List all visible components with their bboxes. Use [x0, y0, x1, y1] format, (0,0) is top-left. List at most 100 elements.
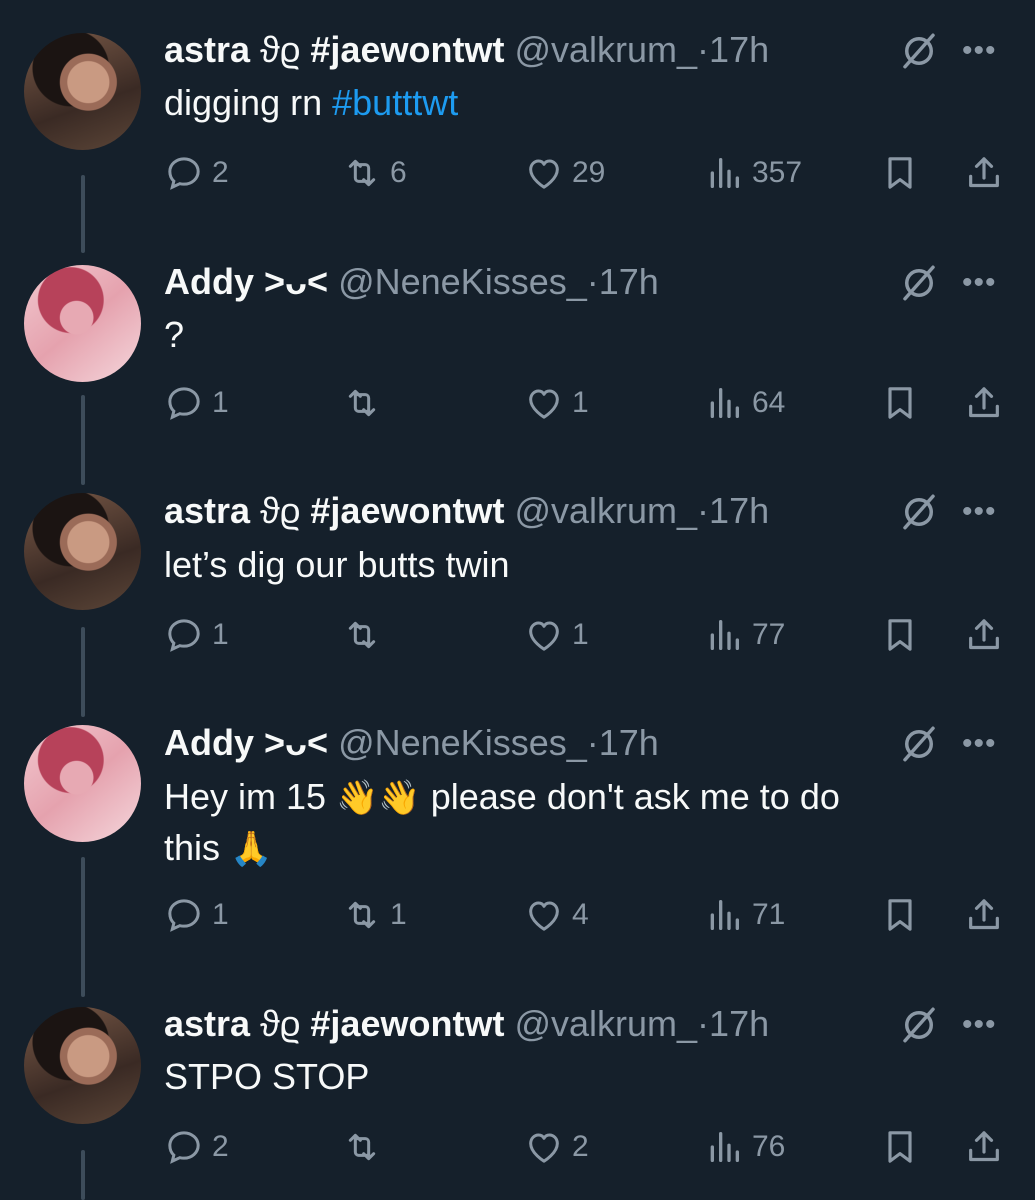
- more-icon[interactable]: •••: [962, 268, 997, 298]
- share-icon: [964, 153, 1004, 193]
- name-symbol: ϑϱ: [260, 490, 301, 531]
- user-handle[interactable]: @NeneKisses_: [338, 722, 587, 763]
- more-icon[interactable]: •••: [962, 1010, 997, 1040]
- display-name[interactable]: astra: [164, 1003, 250, 1044]
- reply-button[interactable]: 1: [164, 378, 229, 428]
- avatar[interactable]: [24, 493, 141, 610]
- user-handle[interactable]: @valkrum_: [514, 490, 697, 531]
- tweet-text: STPO STOP: [164, 1056, 370, 1097]
- tweet-text: Hey im 15 👋👋 please don't ask me to do t…: [164, 772, 944, 874]
- retweet-button[interactable]: 6: [342, 148, 407, 198]
- timestamp[interactable]: 17h: [599, 722, 659, 763]
- tweet[interactable]: astra ϑϱ #jaewontwt @valkrum_·17h ••• ST…: [0, 982, 1035, 1200]
- name-hashtag[interactable]: #jaewontwt: [310, 1003, 504, 1044]
- bookmark-button[interactable]: [880, 148, 920, 198]
- like-button[interactable]: 29: [524, 148, 605, 198]
- more-icon[interactable]: •••: [962, 36, 997, 66]
- name-symbol: ˃ᴗ˂: [264, 722, 329, 763]
- bookmark-icon: [880, 1127, 920, 1167]
- views-button[interactable]: 71: [704, 890, 785, 940]
- tweet[interactable]: Addy ˃ᴗ˂ @NeneKisses_·17h ••• Hey im 15 …: [0, 692, 1035, 982]
- like-button[interactable]: 2: [524, 1122, 589, 1172]
- grok-icon[interactable]: [898, 30, 940, 72]
- retweet-button[interactable]: 1: [342, 890, 407, 940]
- name-hashtag[interactable]: #jaewontwt: [310, 490, 504, 531]
- avatar[interactable]: [24, 33, 141, 150]
- bookmark-icon: [880, 153, 920, 193]
- display-name[interactable]: Addy: [164, 722, 254, 763]
- tweet[interactable]: Addy ˃ᴗ˂ @NeneKisses_·17h ••• ? 1 1 64: [0, 230, 1035, 460]
- views-button[interactable]: 357: [704, 148, 802, 198]
- retweet-icon: [342, 383, 382, 423]
- retweet-icon: [342, 153, 382, 193]
- timestamp[interactable]: 17h: [709, 490, 769, 531]
- like-count: 4: [572, 898, 589, 931]
- timestamp[interactable]: 17h: [599, 261, 659, 302]
- reply-button[interactable]: 2: [164, 1122, 229, 1172]
- avatar[interactable]: [24, 1007, 141, 1124]
- bookmark-button[interactable]: [880, 378, 920, 428]
- retweet-icon: [342, 615, 382, 655]
- reply-button[interactable]: 2: [164, 148, 229, 198]
- like-icon: [524, 383, 564, 423]
- tweet-header: astra ϑϱ #jaewontwt @valkrum_·17h: [164, 28, 769, 72]
- like-button[interactable]: 1: [524, 378, 589, 428]
- tweet-text-part: Hey im 15: [164, 776, 337, 817]
- like-button[interactable]: 1: [524, 610, 589, 660]
- bookmark-button[interactable]: [880, 610, 920, 660]
- grok-icon[interactable]: [898, 723, 940, 765]
- reply-icon: [164, 383, 204, 423]
- views-button[interactable]: 77: [704, 610, 785, 660]
- views-count: 357: [752, 156, 803, 189]
- tweet-text-part: please don't ask me to do: [420, 776, 840, 817]
- share-button[interactable]: [964, 890, 1004, 940]
- grok-icon[interactable]: [898, 262, 940, 304]
- bookmark-button[interactable]: [880, 1122, 920, 1172]
- grok-icon[interactable]: [898, 1004, 940, 1046]
- retweet-button[interactable]: [342, 1122, 390, 1172]
- share-button[interactable]: [964, 1122, 1004, 1172]
- name-hashtag[interactable]: #jaewontwt: [310, 29, 504, 70]
- tweet-header: astra ϑϱ #jaewontwt @valkrum_·17h: [164, 1002, 769, 1046]
- user-handle[interactable]: @valkrum_: [514, 29, 697, 70]
- views-button[interactable]: 64: [704, 378, 785, 428]
- like-button[interactable]: 4: [524, 890, 589, 940]
- reply-button[interactable]: 1: [164, 610, 229, 660]
- views-button[interactable]: 76: [704, 1122, 785, 1172]
- share-button[interactable]: [964, 610, 1004, 660]
- retweet-button[interactable]: [342, 378, 390, 428]
- reply-button[interactable]: 1: [164, 890, 229, 940]
- reply-icon: [164, 615, 204, 655]
- display-name[interactable]: astra: [164, 490, 250, 531]
- user-handle[interactable]: @NeneKisses_: [338, 261, 587, 302]
- tweet[interactable]: astra ϑϱ #jaewontwt @valkrum_·17h ••• le…: [0, 460, 1035, 692]
- grok-icon[interactable]: [898, 491, 940, 533]
- timestamp[interactable]: 17h: [709, 29, 769, 70]
- timestamp[interactable]: 17h: [709, 1003, 769, 1044]
- retweet-button[interactable]: [342, 610, 390, 660]
- waving-hands-emoji: 👋👋: [336, 779, 421, 817]
- retweet-icon: [342, 895, 382, 935]
- avatar[interactable]: [24, 265, 141, 382]
- like-count: 29: [572, 156, 606, 189]
- share-button[interactable]: [964, 378, 1004, 428]
- display-name[interactable]: astra: [164, 29, 250, 70]
- more-icon[interactable]: •••: [962, 729, 997, 759]
- name-symbol: ϑϱ: [260, 1003, 301, 1044]
- action-bar: 1 1 4 71: [0, 890, 1035, 940]
- tweet[interactable]: astra ϑϱ #jaewontwt @valkrum_·17h ••• di…: [0, 0, 1035, 230]
- reply-count: 1: [212, 386, 229, 419]
- avatar[interactable]: [24, 725, 141, 842]
- bookmark-button[interactable]: [880, 890, 920, 940]
- more-icon[interactable]: •••: [962, 497, 997, 527]
- user-handle[interactable]: @valkrum_: [514, 1003, 697, 1044]
- views-count: 76: [752, 1130, 786, 1163]
- share-button[interactable]: [964, 148, 1004, 198]
- tweet-text-line: Hey im 15 👋👋 please don't ask me to do: [164, 772, 944, 823]
- bookmark-icon: [880, 895, 920, 935]
- retweet-icon: [342, 1127, 382, 1167]
- tweet-text: ?: [164, 314, 185, 355]
- views-icon: [704, 615, 744, 655]
- hashtag-link[interactable]: #butttwt: [332, 82, 458, 123]
- display-name[interactable]: Addy: [164, 261, 254, 302]
